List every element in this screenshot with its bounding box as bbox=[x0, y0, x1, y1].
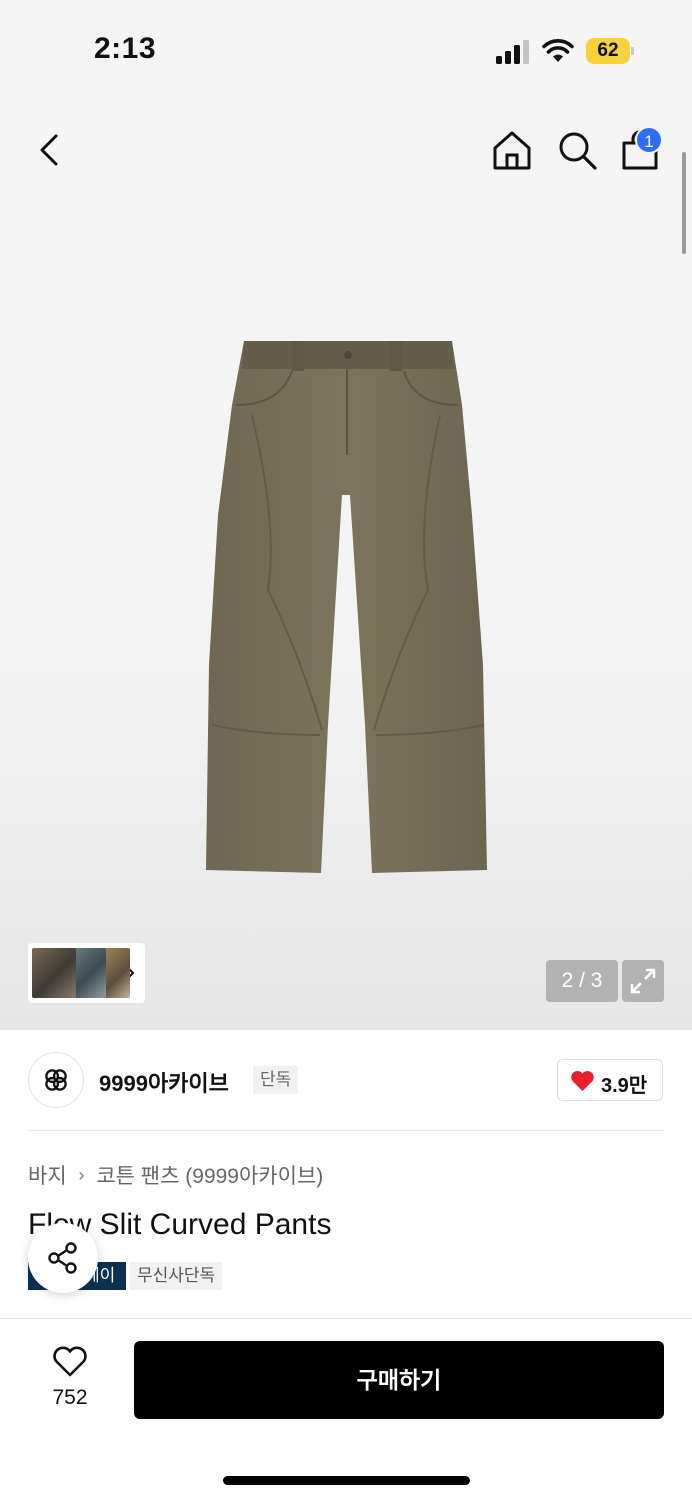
share-button[interactable] bbox=[28, 1223, 98, 1293]
heart-filled-icon bbox=[571, 1071, 594, 1091]
image-page-counter: 2 / 3 bbox=[546, 960, 618, 1002]
battery-cap bbox=[631, 47, 634, 55]
brand-logo[interactable] bbox=[28, 1052, 84, 1108]
thumbnail-strip[interactable] bbox=[28, 943, 145, 1003]
musinsa-exclusive-badge: 무신사단독 bbox=[130, 1262, 223, 1290]
brand-like-count: 3.9만 bbox=[601, 1075, 648, 1097]
scrollbar[interactable] bbox=[682, 152, 686, 254]
wifi-icon bbox=[542, 39, 574, 62]
fullscreen-button[interactable] bbox=[622, 960, 664, 1002]
expand-icon bbox=[630, 968, 656, 994]
home-icon[interactable] bbox=[490, 128, 534, 172]
battery-indicator: 62 bbox=[586, 38, 634, 64]
brand-name[interactable]: 9999아카이브 bbox=[99, 1066, 229, 1098]
status-bar: 2:13 62 bbox=[0, 0, 692, 100]
share-icon bbox=[48, 1242, 77, 1274]
chevron-right-icon: › bbox=[78, 1164, 85, 1185]
thumbnail[interactable] bbox=[32, 948, 76, 998]
breadcrumb-subcategory[interactable]: 코튼 팬츠 (9999아카이브) bbox=[96, 1165, 323, 1188]
chevron-left-icon[interactable] bbox=[28, 128, 72, 172]
brand-logo-icon bbox=[45, 1069, 67, 1091]
exclusive-tag: 단독 bbox=[253, 1066, 299, 1094]
heart-outline-icon[interactable] bbox=[52, 1346, 88, 1378]
buy-button[interactable]: 구매하기 bbox=[134, 1341, 664, 1419]
product-image bbox=[206, 341, 487, 873]
search-icon[interactable] bbox=[555, 128, 599, 172]
divider bbox=[28, 1130, 664, 1131]
breadcrumb: 바지 › 코튼 팬츠 (9999아카이브) bbox=[28, 1160, 323, 1190]
cart-count-badge: 1 bbox=[635, 126, 663, 154]
wish-count: 752 bbox=[52, 1386, 88, 1409]
status-time: 2:13 bbox=[94, 32, 157, 65]
battery-level: 62 bbox=[586, 38, 630, 64]
brand-like-button[interactable]: 3.9만 bbox=[557, 1059, 663, 1101]
breadcrumb-category[interactable]: 바지 bbox=[28, 1165, 67, 1188]
signal-icon bbox=[496, 40, 529, 64]
home-indicator bbox=[223, 1476, 470, 1485]
